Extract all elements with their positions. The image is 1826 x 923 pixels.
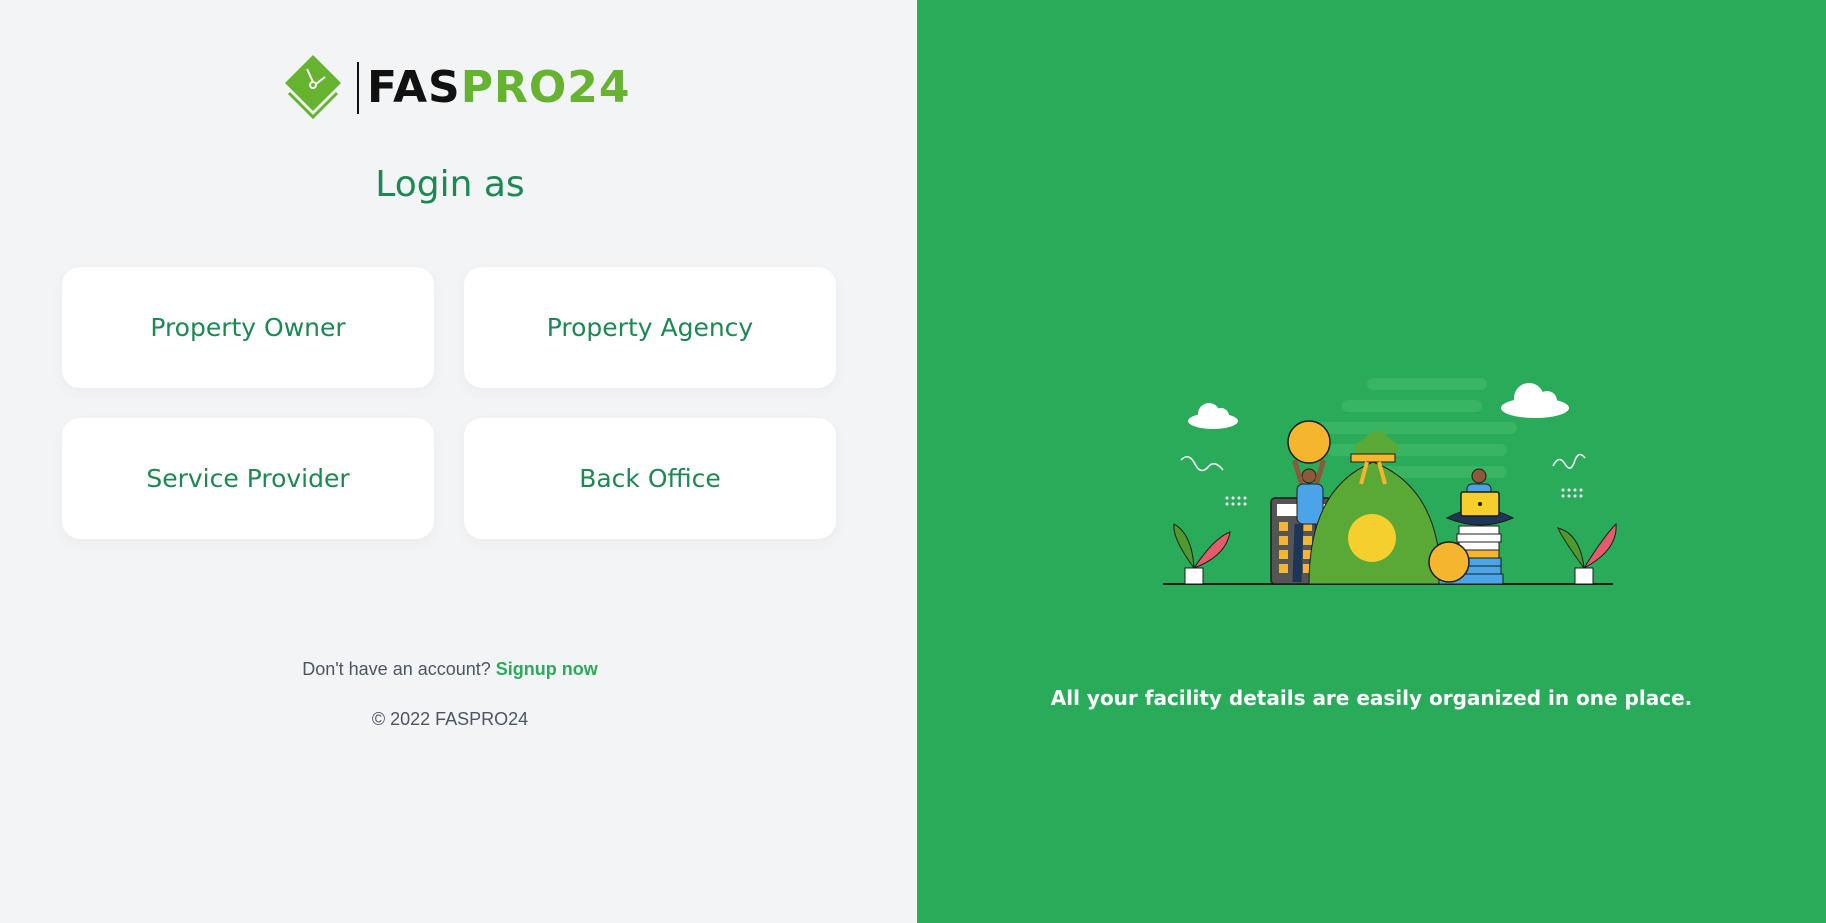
brand-name-part2: PRO24 (460, 62, 631, 113)
promo-tagline: All your facility details are easily org… (1050, 686, 1693, 710)
brand-logo: FASPRO24 (283, 53, 631, 123)
logo-divider (357, 62, 359, 114)
role-card-label: Property Owner (150, 313, 346, 342)
role-card-service-provider[interactable]: Service Provider (62, 418, 434, 539)
role-card-property-owner[interactable]: Property Owner (62, 267, 434, 388)
brand-wordmark: FASPRO24 (367, 66, 631, 110)
copyright-text: © 2022 FASPRO24 (371, 709, 529, 729)
role-card-back-office[interactable]: Back Office (464, 418, 836, 539)
page-title: Login as (375, 164, 525, 205)
role-card-label: Service Provider (146, 464, 350, 493)
signup-prompt-text: Don't have an account? (302, 659, 491, 679)
signup-prompt-line: Don't have an account? Signup now (0, 659, 900, 680)
login-panel: FASPRO24 Login as Property Owner Propert… (0, 0, 917, 923)
signup-link[interactable]: Signup now (496, 659, 598, 679)
role-card-label: Property Agency (546, 313, 754, 342)
role-card-property-agency[interactable]: Property Agency (464, 267, 836, 388)
finance-illustration (1163, 378, 1617, 585)
brand-name-part1: FAS (367, 62, 461, 113)
promo-panel: All your facility details are easily org… (917, 0, 1826, 923)
login-page: FASPRO24 Login as Property Owner Propert… (0, 0, 1826, 923)
logo-diamond-icon (285, 55, 341, 120)
role-card-label: Back Office (579, 464, 721, 493)
